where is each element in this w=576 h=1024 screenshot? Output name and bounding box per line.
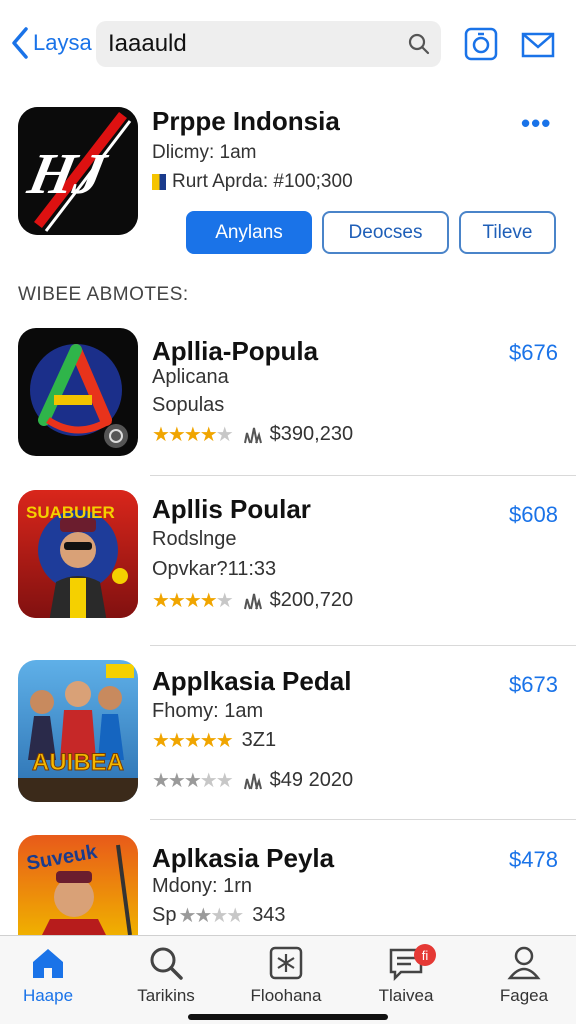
featured-rank: Rurt Aprda: #100;300 bbox=[152, 171, 353, 193]
rating-stars: ★★★★★ bbox=[152, 424, 234, 446]
tab-label: Tarikins bbox=[137, 986, 195, 1005]
notification-badge: fi bbox=[414, 944, 436, 966]
app-price[interactable]: $676 bbox=[509, 340, 558, 366]
chart-icon bbox=[243, 427, 262, 443]
tab-bar: Haape Tarikins Floohana fi Tlaivea Fagea bbox=[0, 935, 576, 1024]
more-options-icon[interactable]: ••• bbox=[521, 108, 551, 139]
chart-icon bbox=[243, 593, 262, 609]
featured-rank-text: Rurt Aprda: #100;300 bbox=[172, 171, 353, 192]
featured-app-icon[interactable]: HJ bbox=[18, 107, 138, 235]
featured-title: Prppe Indonsia bbox=[152, 106, 340, 136]
app-price[interactable]: $673 bbox=[509, 672, 558, 698]
app-title: Applkasia Pedal bbox=[152, 666, 352, 696]
app-title: Aplkasia Peyla bbox=[152, 843, 335, 873]
tab-messages[interactable]: fi Tlaivea bbox=[356, 944, 456, 1006]
app-detail: Sopulas bbox=[152, 394, 225, 416]
featured-logo: HJ bbox=[18, 107, 138, 235]
app-stats: ★★★★★ $390,230 bbox=[152, 422, 353, 447]
app-price[interactable]: $608 bbox=[509, 502, 558, 528]
featured-subtitle: Dlicmy: 1am bbox=[152, 142, 257, 163]
app-subtitle: Aplicana bbox=[152, 366, 229, 388]
app-subtitle: Rodslnge bbox=[152, 528, 237, 550]
app-stats-value: $390,230 bbox=[269, 423, 354, 445]
app-subtitle: Mdony: 1rn bbox=[152, 875, 253, 897]
divider bbox=[150, 819, 576, 820]
app-icon bbox=[18, 328, 138, 456]
tab-label: Fagea bbox=[499, 986, 549, 1005]
chart-icon bbox=[243, 773, 262, 789]
app-detail: Opvkar?11:33 bbox=[152, 558, 277, 580]
search-input[interactable]: Iaaauld bbox=[96, 21, 441, 67]
app-subtitle: Fhomy: 1am bbox=[152, 700, 264, 722]
app-price[interactable]: $478 bbox=[509, 847, 558, 873]
divider bbox=[150, 645, 576, 646]
search-value: Iaaauld bbox=[108, 30, 187, 57]
search-icon[interactable] bbox=[407, 32, 431, 56]
flag-icon bbox=[152, 174, 166, 190]
back-button[interactable]: Laysa bbox=[10, 26, 92, 60]
app-icon: Suveuk bbox=[18, 835, 138, 935]
app-icon: AUIBEA bbox=[18, 660, 138, 802]
rating-stars: ★★★★★ bbox=[152, 590, 234, 612]
app-title: Apllia-Popula bbox=[152, 336, 319, 366]
star-box-icon bbox=[269, 946, 303, 980]
app-detail: Sp bbox=[152, 904, 177, 926]
top-bar: Laysa Iaaauld bbox=[0, 0, 576, 90]
svg-text:AUIBEA: AUIBEA bbox=[32, 749, 124, 776]
app-icon: SUABUIER bbox=[18, 490, 138, 618]
app-stats: ★★★★★ $49 2020 bbox=[152, 768, 353, 793]
tab-label: Haape bbox=[22, 986, 74, 1005]
app-stats-value: $49 2020 bbox=[269, 769, 354, 791]
rating-stars-grey: ★★★★★ bbox=[152, 770, 234, 792]
rating-stars-grey: ★★★★ bbox=[178, 905, 244, 927]
app-title: Apllis Poular bbox=[152, 494, 311, 524]
person-icon bbox=[507, 946, 541, 980]
tab-home[interactable]: Haape bbox=[0, 944, 98, 1006]
app-stats-value: $200,720 bbox=[269, 589, 354, 611]
home-indicator bbox=[188, 1014, 388, 1020]
featured-second-button[interactable]: Deocses bbox=[322, 211, 449, 254]
timer-icon[interactable] bbox=[464, 26, 498, 62]
app-rating-row: ★★★★★ 3Z1 bbox=[152, 728, 276, 753]
tab-label: Floohana bbox=[250, 986, 322, 1005]
rating-stars: ★★★★★ bbox=[152, 730, 234, 752]
app-stats-value: 343 bbox=[252, 904, 286, 926]
tab-featured[interactable]: Floohana bbox=[236, 944, 336, 1006]
featured-primary-button[interactable]: Anylans bbox=[186, 211, 312, 254]
tab-label: Tlaivea bbox=[378, 986, 434, 1005]
section-title: WIBEE ABMOTES: bbox=[18, 284, 189, 305]
app-stats: Sp ★★★★ 343 bbox=[152, 903, 286, 928]
search-icon bbox=[150, 947, 183, 980]
divider bbox=[150, 475, 576, 476]
chevron-left-icon bbox=[12, 27, 28, 59]
app-detail: 3Z1 bbox=[241, 729, 277, 751]
svg-text:HJ: HJ bbox=[22, 142, 112, 206]
tab-search[interactable]: Tarikins bbox=[116, 944, 216, 1006]
home-icon bbox=[33, 949, 63, 978]
mail-icon[interactable] bbox=[521, 26, 555, 62]
back-label: Laysa bbox=[33, 30, 92, 55]
app-stats: ★★★★★ $200,720 bbox=[152, 588, 353, 613]
tab-profile[interactable]: Fagea bbox=[474, 944, 574, 1006]
featured-third-button[interactable]: Tileve bbox=[459, 211, 556, 254]
